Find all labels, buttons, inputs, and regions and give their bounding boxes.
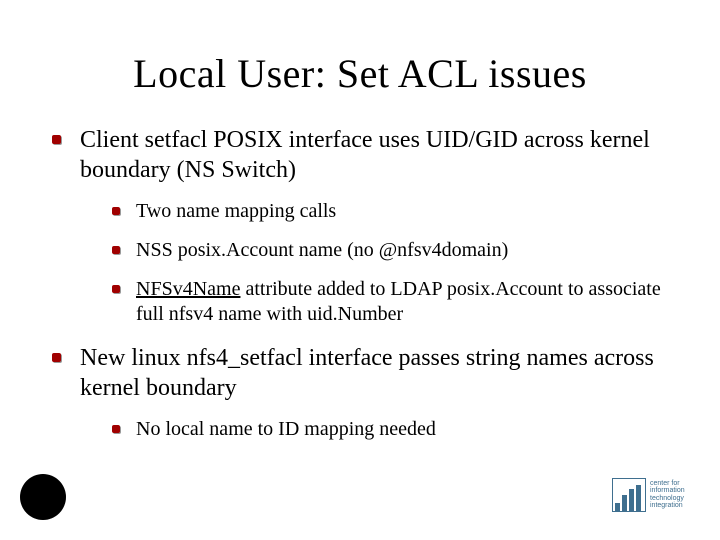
bullet-text: NSS posix.Account name (no @nfsv4domain) — [136, 239, 508, 261]
footer-logo: center for information technology integr… — [612, 478, 702, 528]
bullet-text: Two name mapping calls — [136, 200, 336, 222]
sub-bullet-list: Two name mapping calls NSS posix.Account… — [80, 199, 670, 327]
sub-bullet-list: No local name to ID mapping needed — [80, 417, 670, 442]
footer-dot-icon — [20, 474, 66, 520]
slide-title: Local User: Set ACL issues — [40, 50, 680, 97]
bullet-text: Client setfacl POSIX interface uses UID/… — [80, 127, 650, 183]
list-item: Client setfacl POSIX interface uses UID/… — [50, 125, 670, 327]
logo-text: center for information technology integr… — [650, 478, 685, 509]
bullet-text: New linux nfs4_setfacl interface passes … — [80, 345, 654, 401]
list-item: No local name to ID mapping needed — [110, 417, 670, 442]
list-item: NSS posix.Account name (no @nfsv4domain) — [110, 238, 670, 263]
logo-icon — [612, 478, 646, 512]
list-item: New linux nfs4_setfacl interface passes … — [50, 343, 670, 442]
bullet-text: No local name to ID mapping needed — [136, 418, 436, 440]
slide: Local User: Set ACL issues Client setfac… — [0, 0, 720, 540]
list-item: Two name mapping calls — [110, 199, 670, 224]
bullet-text-underlined: NFSv4Name — [136, 278, 240, 300]
list-item: NFSv4Name attribute added to LDAP posix.… — [110, 277, 670, 327]
bullet-list: Client setfacl POSIX interface uses UID/… — [40, 125, 680, 442]
